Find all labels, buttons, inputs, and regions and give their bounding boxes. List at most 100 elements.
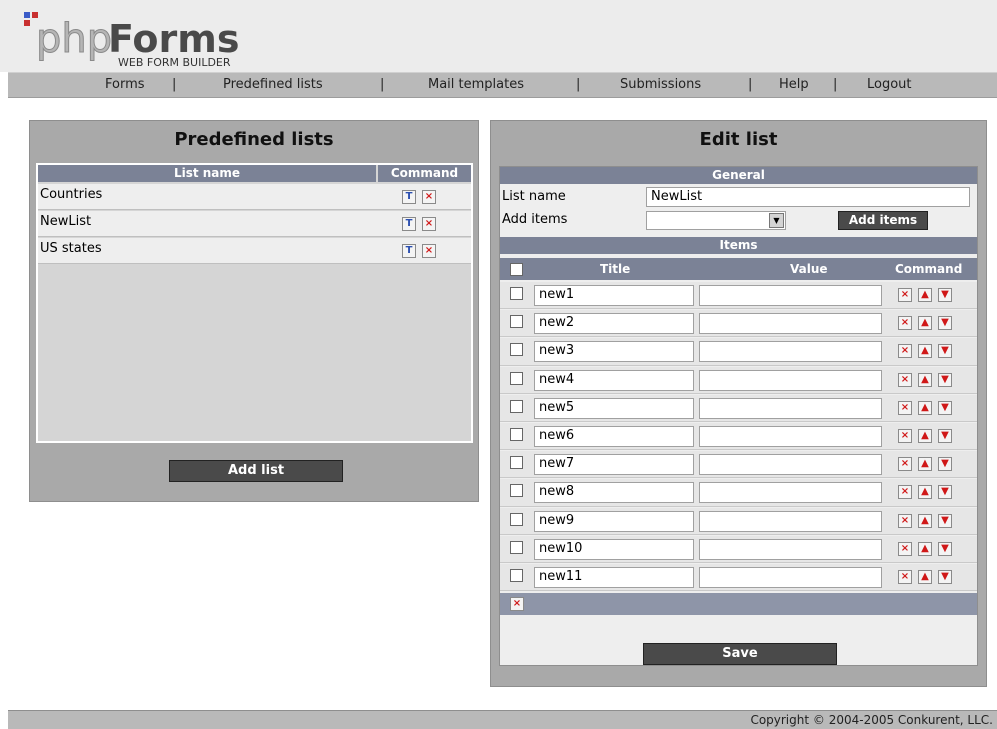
item-checkbox[interactable]	[510, 484, 523, 498]
item-checkbox[interactable]	[510, 540, 523, 554]
move-down-icon[interactable]: ▼	[938, 513, 952, 528]
item-checkbox[interactable]	[510, 343, 523, 357]
delete-icon[interactable]: ×	[422, 190, 436, 204]
item-value-field[interactable]	[699, 397, 882, 419]
move-down-icon[interactable]: ▼	[938, 485, 952, 500]
item-checkbox[interactable]	[510, 569, 523, 582]
delete-icon[interactable]: ×	[898, 457, 912, 472]
item-row: new6 × ▲ ▼	[500, 423, 977, 451]
item-checkbox[interactable]	[510, 315, 523, 329]
item-title-field[interactable]: new10	[534, 538, 694, 560]
delete-icon[interactable]: ×	[898, 400, 912, 415]
list-name-field[interactable]: NewList	[646, 187, 970, 207]
item-title-field[interactable]: new4	[534, 369, 694, 391]
nav-mail-templates[interactable]: Mail templates	[428, 77, 524, 92]
item-value-field[interactable]	[699, 426, 882, 447]
move-up-icon[interactable]: ▲	[918, 344, 932, 359]
item-value-field[interactable]	[699, 341, 882, 363]
panel-title: Edit list	[699, 129, 778, 150]
item-value-field[interactable]	[699, 369, 882, 391]
item-title-field[interactable]: new6	[534, 426, 694, 447]
move-up-icon[interactable]: ▲	[918, 513, 932, 528]
table-row: US states T ×	[38, 238, 471, 264]
table-row: NewList T ×	[38, 211, 471, 237]
item-value-field[interactable]	[699, 567, 882, 588]
move-up-icon[interactable]: ▲	[918, 429, 932, 443]
nav-forms[interactable]: Forms	[105, 77, 145, 92]
item-row: new9 × ▲ ▼	[500, 507, 977, 535]
item-title-field[interactable]: new11	[534, 567, 694, 588]
edit-icon[interactable]: T	[402, 217, 416, 231]
nav-help[interactable]: Help	[779, 77, 809, 92]
move-down-icon[interactable]: ▼	[938, 288, 952, 302]
item-title-field[interactable]: new7	[534, 454, 694, 476]
item-checkbox[interactable]	[510, 399, 523, 413]
move-up-icon[interactable]: ▲	[918, 457, 932, 472]
move-down-icon[interactable]: ▼	[938, 457, 952, 472]
item-checkbox[interactable]	[510, 512, 523, 526]
move-up-icon[interactable]: ▲	[918, 570, 932, 584]
move-down-icon[interactable]: ▼	[938, 400, 952, 415]
item-title-field[interactable]: new9	[534, 510, 694, 532]
item-row: new11 × ▲ ▼	[500, 564, 977, 592]
add-items-select[interactable]: ▼	[646, 211, 786, 230]
delete-icon[interactable]: ×	[898, 372, 912, 387]
panel-title: Predefined lists	[174, 129, 334, 150]
nav-submissions[interactable]: Submissions	[620, 77, 701, 92]
delete-icon[interactable]: ×	[898, 288, 912, 302]
item-checkbox[interactable]	[510, 371, 523, 385]
save-button[interactable]: Save	[643, 643, 837, 665]
table-row: Countries T ×	[38, 184, 471, 210]
select-all-checkbox[interactable]	[510, 263, 523, 276]
add-list-button[interactable]: Add list	[169, 460, 343, 482]
move-down-icon[interactable]: ▼	[938, 316, 952, 331]
move-down-icon[interactable]: ▼	[938, 570, 952, 584]
item-value-field[interactable]	[699, 313, 882, 335]
edit-list-panel: Edit list General List name NewList Add …	[490, 120, 987, 687]
move-up-icon[interactable]: ▲	[918, 288, 932, 302]
delete-icon[interactable]: ×	[898, 429, 912, 443]
item-row: new5 × ▲ ▼	[500, 394, 977, 422]
delete-icon[interactable]: ×	[898, 344, 912, 359]
item-title-field[interactable]: new5	[534, 397, 694, 419]
move-down-icon[interactable]: ▼	[938, 429, 952, 443]
item-value-field[interactable]	[699, 482, 882, 504]
item-title-field[interactable]: new8	[534, 482, 694, 504]
items-section-header: Items	[500, 237, 977, 254]
edit-icon[interactable]: T	[402, 244, 416, 258]
item-checkbox[interactable]	[510, 428, 523, 441]
item-title-field[interactable]: new3	[534, 341, 694, 363]
nav-predefined-lists[interactable]: Predefined lists	[223, 77, 323, 92]
move-down-icon[interactable]: ▼	[938, 372, 952, 387]
delete-icon[interactable]: ×	[898, 485, 912, 500]
move-up-icon[interactable]: ▲	[918, 372, 932, 387]
delete-icon[interactable]: ×	[422, 217, 436, 231]
edit-icon[interactable]: T	[402, 190, 416, 204]
item-value-field[interactable]	[699, 285, 882, 306]
chevron-down-icon[interactable]: ▼	[769, 213, 784, 228]
item-title-field[interactable]: new1	[534, 285, 694, 306]
item-value-field[interactable]	[699, 454, 882, 476]
move-up-icon[interactable]: ▲	[918, 485, 932, 500]
move-up-icon[interactable]: ▲	[918, 316, 932, 331]
delete-icon[interactable]: ×	[898, 570, 912, 584]
delete-icon[interactable]: ×	[422, 244, 436, 258]
item-value-field[interactable]	[699, 510, 882, 532]
nav-separator: |	[748, 77, 753, 92]
item-title-field[interactable]: new2	[534, 313, 694, 335]
item-checkbox[interactable]	[510, 287, 523, 300]
lists-table: List name Command Countries T × NewList …	[36, 163, 473, 443]
delete-icon[interactable]: ×	[898, 316, 912, 331]
item-checkbox[interactable]	[510, 456, 523, 470]
nav-logout[interactable]: Logout	[867, 77, 912, 92]
item-row: new8 × ▲ ▼	[500, 479, 977, 507]
move-up-icon[interactable]: ▲	[918, 400, 932, 415]
delete-selected-icon[interactable]: ×	[510, 597, 524, 611]
delete-icon[interactable]: ×	[898, 541, 912, 556]
move-down-icon[interactable]: ▼	[938, 541, 952, 556]
delete-icon[interactable]: ×	[898, 513, 912, 528]
item-value-field[interactable]	[699, 538, 882, 560]
move-up-icon[interactable]: ▲	[918, 541, 932, 556]
add-items-button[interactable]: Add items	[838, 211, 928, 230]
move-down-icon[interactable]: ▼	[938, 344, 952, 359]
